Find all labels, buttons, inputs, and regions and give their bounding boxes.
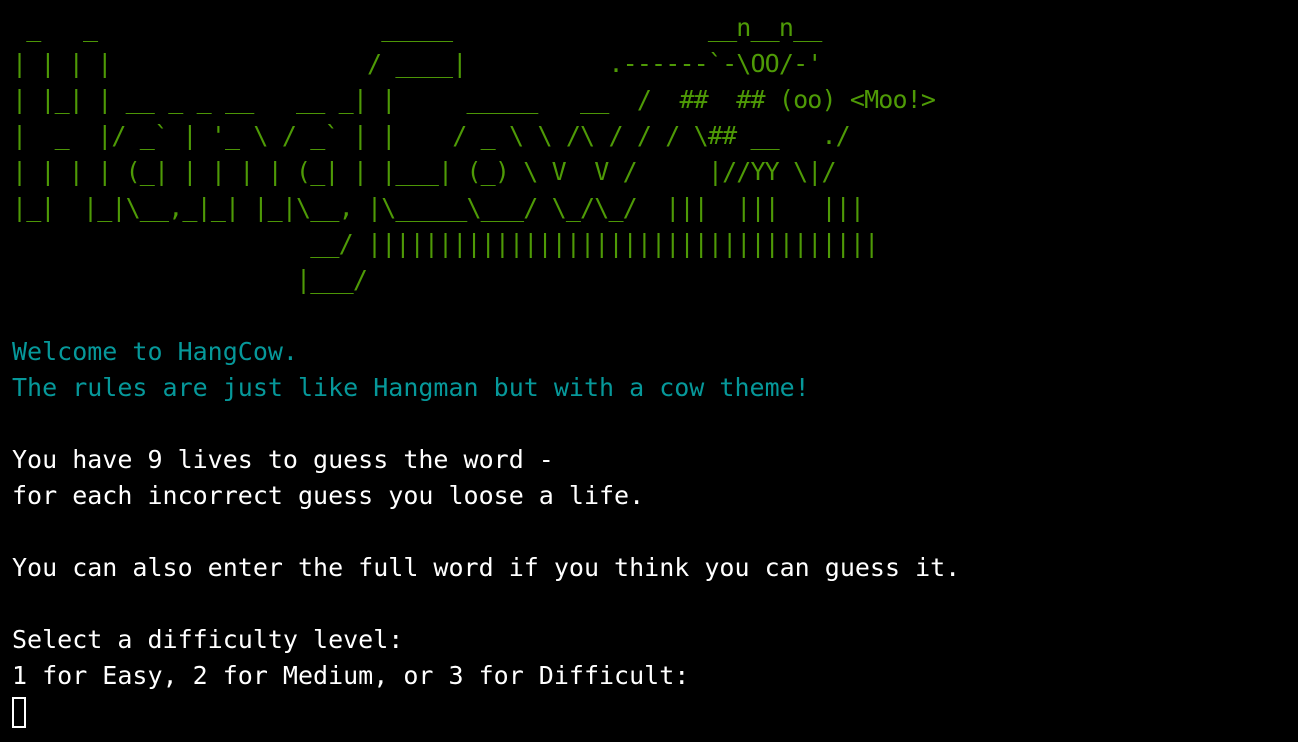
terminal-window: _ _ _____ __n__n__ | | | | / ____| .----… xyxy=(0,0,1298,742)
rules-message: The rules are just like Hangman but with… xyxy=(12,373,810,402)
full-word-instruction: You can also enter the full word if you … xyxy=(12,553,961,582)
terminal-input-line[interactable] xyxy=(12,694,1298,730)
lives-instruction-line-1: You have 9 lives to guess the word - xyxy=(12,445,554,474)
difficulty-options: 1 for Easy, 2 for Medium, or 3 for Diffi… xyxy=(12,661,690,690)
hangcow-ascii-banner: _ _ _____ __n__n__ | | | | / ____| .----… xyxy=(12,13,936,294)
text-cursor[interactable] xyxy=(12,696,26,728)
difficulty-prompt: Select a difficulty level: xyxy=(12,625,404,654)
lives-instruction-line-2: for each incorrect guess you loose a lif… xyxy=(12,481,645,510)
welcome-message: Welcome to HangCow. xyxy=(12,337,298,366)
